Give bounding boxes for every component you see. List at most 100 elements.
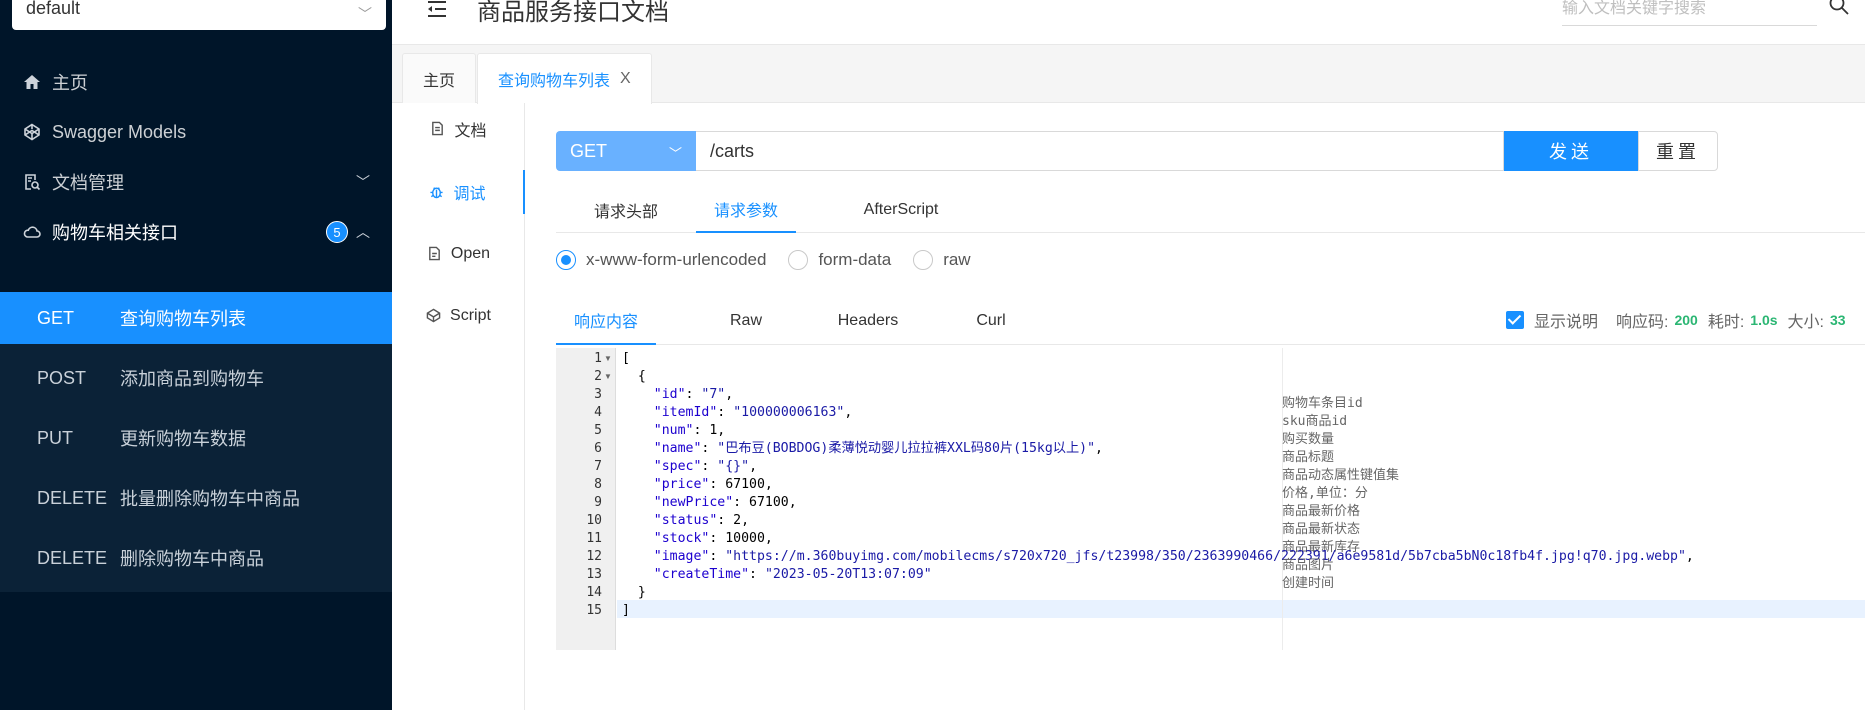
code-line: "id": "7", — [653, 387, 734, 402]
api-item-get-carts[interactable]: GET 查询购物车列表 — [0, 292, 392, 344]
tab-home[interactable]: 主页 — [402, 53, 477, 103]
tab-label: 主页 — [423, 72, 456, 90]
method-select[interactable]: GET ﹀ — [556, 131, 696, 171]
tab-afterscript[interactable]: AfterScript — [846, 187, 956, 233]
page-tabs: 主页 查询购物车列表 X — [392, 45, 1865, 104]
sidebar-item-cart-apis[interactable]: 购物车相关接口 5 ︿ — [0, 202, 392, 262]
send-button[interactable]: 发送 — [1504, 131, 1638, 171]
radio-label: form-data — [818, 250, 892, 269]
count-badge: 5 — [326, 221, 348, 243]
field-description: 商品最新状态 — [1282, 522, 1361, 537]
radio-form-data[interactable]: form-data — [788, 250, 891, 270]
close-icon[interactable]: X — [620, 70, 631, 88]
tab-get-carts[interactable]: 查询购物车列表 X — [477, 53, 652, 104]
document-icon — [430, 121, 446, 137]
method-value: GET — [570, 140, 608, 161]
radio-urlencoded[interactable]: x-www-form-urlencoded — [556, 250, 766, 270]
code-line: ] — [622, 603, 630, 618]
field-description: 购物车条目id — [1282, 396, 1363, 411]
field-description: 商品图片 — [1282, 558, 1335, 573]
show-desc-label: 显示说明 — [1534, 314, 1599, 331]
sidebar-item-label: 主页 — [52, 73, 88, 93]
mini-nav-debug[interactable]: 调试 — [392, 170, 525, 214]
file-icon — [427, 246, 443, 262]
code-line: "spec": "{}", — [653, 459, 758, 474]
time-label: 耗时: — [1707, 314, 1745, 331]
code-line: { — [622, 369, 646, 384]
field-description: 商品标题 — [1282, 450, 1335, 465]
api-item-post-cart[interactable]: POST 添加商品到购物车 — [0, 352, 392, 404]
status-code-value: 200 — [1674, 312, 1698, 328]
codepen-icon — [426, 308, 442, 324]
sidebar-item-label: Swagger Models — [52, 121, 187, 142]
search-icon[interactable] — [1828, 0, 1850, 18]
tab-response-raw[interactable]: Raw — [706, 297, 786, 345]
mini-nav-doc[interactable]: 文档 — [392, 107, 525, 151]
chevron-down-icon: ﹀ — [356, 174, 370, 190]
api-item-delete-batch[interactable]: DELETE 批量删除购物车中商品 — [0, 472, 392, 524]
tab-request-headers[interactable]: 请求头部 — [556, 187, 696, 233]
fold-arrow-icon[interactable]: ▼ — [604, 350, 612, 368]
line-number: 4 — [594, 405, 602, 420]
mini-nav-label: 文档 — [454, 123, 487, 140]
radio-raw[interactable]: raw — [913, 250, 971, 270]
api-name: 查询购物车列表 — [120, 309, 246, 329]
line-number: 10 — [586, 513, 602, 528]
mini-nav-label: Open — [450, 245, 491, 262]
codepen-icon — [22, 122, 42, 142]
line-number: 15 — [586, 603, 602, 618]
radio-label: raw — [943, 250, 971, 269]
api-item-delete-one[interactable]: DELETE 删除购物车中商品 — [0, 532, 392, 584]
body-type-radios: x-www-form-urlencoded form-data raw — [556, 247, 993, 273]
mini-nav-label: 调试 — [453, 186, 486, 203]
radio-dot — [556, 250, 576, 270]
code-line: } — [622, 585, 646, 600]
sidebar-item-label: 购物车相关接口 — [52, 223, 178, 243]
tab-response-headers[interactable]: Headers — [818, 297, 918, 345]
api-name: 批量删除购物车中商品 — [120, 489, 300, 509]
menu-fold-icon[interactable] — [424, 0, 450, 22]
mini-nav-label: Script — [450, 307, 491, 324]
group-select[interactable]: default ﹀ — [12, 0, 386, 30]
show-desc-checkbox[interactable] — [1506, 311, 1524, 329]
field-description: sku商品id — [1282, 414, 1348, 429]
code-line: "price": 67100, — [653, 477, 773, 492]
api-item-put-cart[interactable]: PUT 更新购物车数据 — [0, 412, 392, 464]
radio-dot — [788, 250, 809, 270]
tab-request-params[interactable]: 请求参数 — [696, 187, 796, 233]
search-input[interactable] — [1562, 0, 1817, 26]
url-input[interactable] — [696, 131, 1504, 171]
status-code-label: 响应码: — [1616, 314, 1669, 331]
api-name: 添加商品到购物车 — [120, 369, 264, 389]
code-line: "status": 2, — [653, 513, 750, 528]
field-description: 价格,单位：分 — [1282, 486, 1368, 501]
line-number: 12 — [586, 549, 602, 564]
size-value: 33 — [1829, 312, 1846, 328]
reset-button[interactable]: 重置 — [1638, 131, 1718, 171]
tab-response-content[interactable]: 响应内容 — [556, 297, 656, 345]
code-line: "image": "https://m.360buyimg.com/mobile… — [653, 549, 1694, 564]
field-description: 购买数量 — [1282, 432, 1335, 447]
field-description: 创建时间 — [1282, 576, 1335, 591]
line-number: 6 — [594, 441, 602, 456]
code-line: "itemId": "100000006163", — [653, 405, 853, 420]
mini-nav-script[interactable]: Script — [392, 294, 525, 338]
radio-label: x-www-form-urlencoded — [586, 250, 767, 269]
http-method: PUT — [37, 427, 73, 448]
fold-arrow-icon[interactable]: ▼ — [604, 368, 612, 386]
sidebar-item-label: 文档管理 — [52, 173, 124, 193]
size-label: 大小: — [1787, 314, 1824, 331]
code-line: "createTime": "2023-05-20T13:07:09" — [653, 567, 932, 582]
mini-nav-open[interactable]: Open — [392, 232, 525, 276]
line-number: 13 — [586, 567, 602, 582]
field-description: 商品最新价格 — [1282, 504, 1361, 519]
tab-label: 查询购物车列表 — [498, 73, 611, 90]
code-line: "stock": 10000, — [653, 531, 773, 546]
chevron-down-icon: ﹀ — [668, 146, 682, 161]
time-value: 1.0s — [1750, 312, 1778, 328]
active-line-highlight — [617, 600, 1865, 618]
tab-response-curl[interactable]: Curl — [951, 297, 1031, 345]
response-editor[interactable]: 1 ▼ 2 ▼ 3 4 5 6 7 8 9 10 11 12 13 14 15 [ { "id": "7", 购物… — [556, 348, 1865, 650]
code-line: [ — [622, 351, 630, 366]
line-number: 14 — [586, 585, 602, 600]
